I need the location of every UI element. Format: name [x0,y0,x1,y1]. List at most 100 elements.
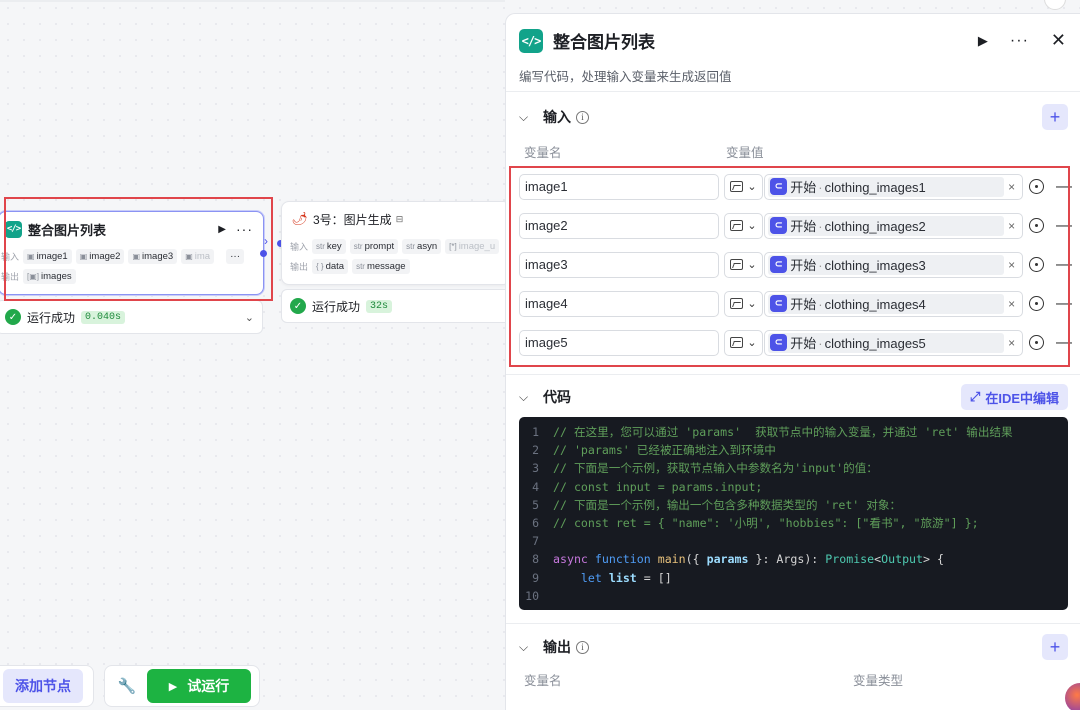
chili-icon: 🌶 [291,211,308,226]
line-number: 6 [532,516,539,531]
variable-type-select[interactable]: ⌄ [723,329,764,356]
remove-row-button[interactable]: — [1056,178,1072,196]
add-node-container: 添加节点 [0,665,94,707]
panel-title: 整合图片列表 [553,33,655,52]
node-merge-image-list[interactable]: </> 整合图片列表 ▶ ··· 输入 ▣ image1 ▣ image2 ▣ ima… [0,211,264,295]
target-icon[interactable] [1029,257,1045,272]
ref-tag: ⊂ 开始 · clothing_images3 [768,254,1005,275]
node-title: 3号：图片生成 [313,212,392,227]
more-inputs-chip[interactable]: ··· [226,248,245,264]
edit-in-ide-button[interactable]: ⤢ 在IDE中编辑 [960,384,1068,410]
start-node-icon: ⊂ [770,295,788,312]
clear-icon[interactable]: × [1004,258,1019,272]
chevron-down-icon[interactable]: ⌵ [519,390,533,405]
clear-icon[interactable]: × [1004,336,1019,350]
close-icon[interactable]: ✕ [1051,30,1066,51]
variable-name-input[interactable]: image4 [519,290,719,317]
add-input-button[interactable]: + [1042,104,1068,130]
ref-source: 开始 [790,336,817,351]
chip-label: image3 [142,250,174,262]
play-icon[interactable]: ▶ [978,33,988,49]
type-tag: str [353,241,363,251]
variable-type-select[interactable]: ⌄ [723,173,764,200]
start-node-icon: ⊂ [770,256,788,273]
line-number: 5 [532,497,539,512]
target-icon[interactable] [1029,296,1045,311]
input-section: ⌵ 输入 i + 变量名 变量值 image1 ⌄ ⊂ 开始 · clothing_ima… [506,92,1080,362]
variable-name-input[interactable]: image5 [519,329,719,356]
edit-icon[interactable]: ⊟ [396,214,404,225]
chevron-down-icon[interactable]: ⌵ [519,110,533,125]
code-editor[interactable]: 1 // 在这里，您可以通过 'params' 获取节点中的输入变量，并通过 'r… [519,417,1068,610]
more-icon[interactable]: ··· [1010,32,1029,50]
chip-label: image1 [36,250,68,262]
ref-variable: clothing_images4 [824,297,926,312]
output-port[interactable] [260,250,267,257]
variable-value-ref[interactable]: ⊂ 开始 · clothing_images3 × [764,251,1024,278]
ref-source: 开始 [790,258,817,273]
start-node-icon: ⊂ [770,178,788,195]
input-variable-row: image5 ⌄ ⊂ 开始 · clothing_images5 × — [519,323,1072,362]
variable-type-select[interactable]: ⌄ [723,251,764,278]
line-number: 10 [525,588,539,603]
remove-row-button[interactable]: — [1056,256,1072,274]
variable-value-ref[interactable]: ⊂ 开始 · clothing_images1 × [764,173,1024,200]
target-icon[interactable] [1029,218,1045,233]
chevron-down-icon[interactable]: ⌵ [519,640,533,655]
variable-name-input[interactable]: image1 [519,173,719,200]
col-var-type: 变量类型 [853,674,904,688]
variable-value-ref[interactable]: ⊂ 开始 · clothing_images2 × [764,212,1024,239]
node-config-panel: </> 整合图片列表 ▶ ··· ✕ 编写代码，处理输入变量来生成返回值 ⌵ 输… [505,13,1080,710]
variable-type-select[interactable]: ⌄ [723,212,764,239]
clear-icon[interactable]: × [1004,297,1019,311]
input-label: 输入 [1,251,20,262]
remove-row-button[interactable]: — [1056,217,1072,235]
node-image-generation[interactable]: 🌶 3号：图片生成 ⊟ 输入 str key str prompt str asyn … [281,201,511,285]
play-icon[interactable]: ▶ [218,224,226,235]
variable-name-input[interactable]: image3 [519,251,719,278]
variable-value-ref[interactable]: ⊂ 开始 · clothing_images5 × [764,329,1024,356]
time-badge: 32s [366,299,393,313]
image-icon [730,337,744,348]
line-number: 1 [532,425,539,440]
variable-type-select[interactable]: ⌄ [723,290,764,317]
wrench-icon[interactable]: 🔧 [117,677,137,695]
target-icon[interactable] [1029,335,1045,350]
input-variable-row: image1 ⌄ ⊂ 开始 · clothing_images1 × — [519,167,1072,206]
info-icon[interactable]: i [576,640,589,654]
variable-name-input[interactable]: image2 [519,212,719,239]
type-tag: { } [316,261,324,271]
test-run-button[interactable]: ▶ 试运行 [147,669,251,703]
target-icon[interactable] [1029,179,1045,194]
expand-icon: ⤢ [969,389,981,404]
remove-row-button[interactable]: — [1056,295,1072,313]
input-chip: str asyn [402,238,442,254]
play-icon: ▶ [168,680,178,693]
chevron-down-icon[interactable]: ⌄ [245,311,254,324]
variable-value-ref[interactable]: ⊂ 开始 · clothing_images4 × [764,290,1024,317]
info-icon[interactable]: i [576,110,589,124]
input-chip: ▣ image3 [128,248,178,264]
add-node-button[interactable]: 添加节点 [3,669,83,703]
ref-text: 开始 · clothing_images5 [790,336,926,351]
clear-icon[interactable]: × [1004,219,1019,233]
node1-status[interactable]: ✓ 运行成功 0.040s ⌄ [0,300,263,334]
clear-icon[interactable]: × [1004,180,1019,194]
ref-variable: clothing_images1 [824,180,926,195]
top-right-control[interactable] [1044,0,1066,10]
node2-status[interactable]: ✓ 运行成功 32s [281,289,511,323]
input-chip: [*] image_u [445,238,500,254]
output-label: 输出 [290,261,309,272]
line-number: 4 [532,479,539,494]
remove-row-button[interactable]: — [1056,334,1072,352]
node-inputs-row: 输入 str key str prompt str asyn [*] image_u [282,236,510,256]
code-line: // 在这里，您可以通过 'params' 获取节点中的输入变量，并通过 're… [553,425,1013,440]
chevron-down-icon: ⌄ [747,298,757,310]
input-chip: str prompt [349,238,399,254]
check-icon: ✓ [5,309,21,325]
more-icon[interactable]: ··· [236,221,253,237]
start-node-icon: ⊂ [770,334,788,351]
ref-text: 开始 · clothing_images1 [790,180,926,195]
image-icon [730,220,744,231]
add-output-button[interactable]: + [1042,634,1068,660]
